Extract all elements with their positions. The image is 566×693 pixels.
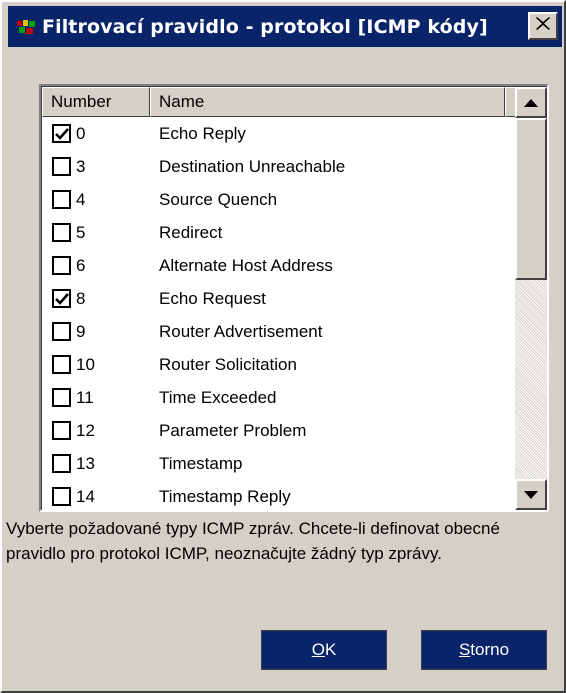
window-title: Filtrovací pravidlo - protokol [ICMP kód…	[42, 15, 488, 38]
item-name: Timestamp Reply	[159, 486, 291, 506]
item-name: Router Advertisement	[159, 321, 323, 341]
item-number: 4	[76, 189, 86, 209]
item-number: 0	[76, 123, 86, 143]
item-name: Alternate Host Address	[159, 255, 333, 275]
checkbox[interactable]	[52, 487, 71, 506]
item-name: Destination Unreachable	[159, 156, 346, 176]
item-name: Router Solicitation	[159, 354, 297, 374]
list-item[interactable]: 0 Echo Reply	[42, 117, 514, 150]
cancel-accelerator: S	[458, 640, 471, 659]
item-number: 12	[76, 420, 95, 440]
app-icon	[16, 16, 38, 38]
vertical-scrollbar[interactable]	[515, 87, 547, 510]
item-name: Echo Reply	[159, 123, 246, 143]
item-name: Timestamp	[159, 453, 243, 473]
checkmark-icon	[54, 292, 69, 305]
checkbox[interactable]	[52, 355, 71, 374]
list-item[interactable]: 9 Router Advertisement	[42, 315, 514, 348]
item-number: 11	[76, 387, 94, 407]
checkbox[interactable]	[52, 256, 71, 275]
item-number: 13	[76, 453, 95, 473]
item-name: Parameter Problem	[159, 420, 307, 440]
item-number: 9	[76, 321, 86, 341]
checkbox[interactable]	[52, 124, 71, 143]
scroll-down-button[interactable]	[515, 479, 547, 510]
icmp-code-list[interactable]: Number Name 0 Echo Reply 3 Destination Unre…	[39, 84, 549, 512]
arrow-up-icon	[524, 94, 538, 112]
close-button[interactable]	[528, 12, 558, 40]
item-name: Redirect	[159, 222, 223, 242]
list-rows: 0 Echo Reply 3 Destination Unreachable 4 Sour…	[42, 117, 514, 510]
list-item[interactable]: 8 Echo Request	[42, 282, 514, 315]
item-name: Echo Request	[159, 288, 266, 308]
checkbox[interactable]	[52, 289, 71, 308]
scroll-up-button[interactable]	[515, 87, 547, 118]
title-bar[interactable]: Filtrovací pravidlo - protokol [ICMP kód…	[8, 6, 562, 47]
ok-label: K	[324, 640, 337, 659]
checkbox[interactable]	[52, 421, 71, 440]
list-item[interactable]: 14 Timestamp Reply	[42, 480, 514, 510]
ok-button[interactable]: OK	[261, 630, 387, 670]
list-item[interactable]: 10 Router Solicitation	[42, 348, 514, 381]
checkbox[interactable]	[52, 190, 71, 209]
checkbox[interactable]	[52, 322, 71, 341]
checkmark-icon	[54, 127, 69, 140]
scroll-thumb[interactable]	[515, 118, 547, 280]
checkbox[interactable]	[52, 223, 71, 242]
item-number: 5	[76, 222, 86, 242]
item-name: Source Quench	[159, 189, 278, 209]
item-number: 14	[76, 486, 95, 506]
cancel-label: torno	[470, 640, 510, 659]
checkbox[interactable]	[52, 157, 71, 176]
item-number: 6	[76, 255, 86, 275]
list-item[interactable]: 11 Time Exceeded	[42, 381, 514, 414]
list-item[interactable]: 6 Alternate Host Address	[42, 249, 514, 282]
arrow-down-icon	[524, 486, 538, 504]
item-number: 10	[76, 354, 95, 374]
list-item[interactable]: 4 Source Quench	[42, 183, 514, 216]
ok-accelerator: O	[311, 640, 325, 659]
checkbox[interactable]	[52, 388, 71, 407]
list-item[interactable]: 12 Parameter Problem	[42, 414, 514, 447]
list-item[interactable]: 13 Timestamp	[42, 447, 514, 480]
cancel-button[interactable]: Storno	[421, 630, 547, 670]
info-text: Vyberte požadované typy ICMP zpráv. Chce…	[6, 519, 500, 563]
item-name: Time Exceeded	[159, 387, 277, 407]
item-number: 3	[76, 156, 86, 176]
item-number: 8	[76, 288, 86, 308]
column-header-number[interactable]: Number	[42, 87, 150, 117]
list-item[interactable]: 3 Destination Unreachable	[42, 150, 514, 183]
list-item[interactable]: 5 Redirect	[42, 216, 514, 249]
list-header: Number Name	[42, 87, 517, 117]
close-icon	[536, 17, 550, 35]
dialog-window: Filtrovací pravidlo - protokol [ICMP kód…	[0, 0, 566, 693]
column-header-name[interactable]: Name	[150, 87, 505, 117]
checkbox[interactable]	[52, 454, 71, 473]
